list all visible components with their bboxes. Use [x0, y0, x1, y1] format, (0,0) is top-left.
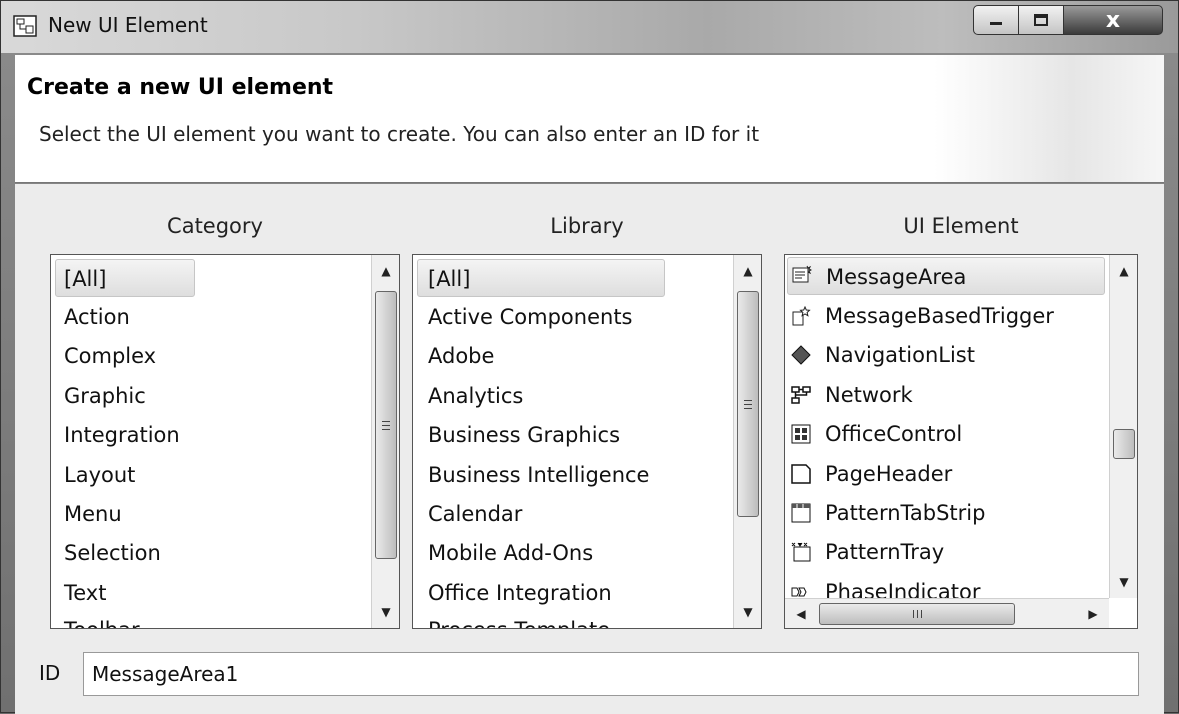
library-item[interactable]: [All]: [417, 259, 665, 297]
scroll-up-icon[interactable]: ▲: [372, 257, 399, 285]
library-item[interactable]: Adobe: [413, 337, 494, 375]
category-label: Category: [167, 214, 263, 238]
category-item[interactable]: Action: [51, 298, 130, 336]
category-item[interactable]: Toolbar: [51, 611, 140, 628]
ui-element-item-label: OfficeControl: [825, 422, 963, 446]
category-list[interactable]: [All] Action Complex Graphic Integration…: [50, 254, 400, 629]
scroll-left-icon[interactable]: ◀: [787, 600, 815, 628]
category-scrollbar[interactable]: ▲ ▼: [371, 255, 399, 628]
trigger-icon: [792, 306, 811, 326]
office-control-icon: [791, 424, 811, 444]
grip-icon: [912, 610, 922, 618]
grip-icon: [744, 399, 752, 409]
library-label: Library: [550, 214, 624, 238]
scroll-thumb[interactable]: [375, 291, 397, 559]
category-item[interactable]: Graphic: [51, 377, 146, 415]
library-item[interactable]: Mobile Add-Ons: [413, 534, 593, 572]
scroll-right-icon[interactable]: ▶: [1079, 600, 1107, 628]
ui-element-app-icon: [13, 15, 37, 37]
library-item[interactable]: Analytics: [413, 377, 523, 415]
network-icon: [791, 386, 811, 404]
ui-element-item-label: MessageBasedTrigger: [825, 304, 1054, 328]
minimize-button[interactable]: [973, 5, 1019, 35]
library-item[interactable]: Active Components: [413, 298, 633, 336]
ui-element-item[interactable]: PageHeader: [785, 455, 1105, 493]
library-item[interactable]: Business Graphics: [413, 416, 620, 454]
scroll-up-icon[interactable]: ▲: [1110, 257, 1137, 285]
diamond-icon: [791, 345, 811, 365]
ui-element-item[interactable]: Network: [785, 376, 1105, 414]
scroll-up-icon[interactable]: ▲: [734, 257, 761, 285]
id-input[interactable]: [83, 652, 1139, 696]
header-description: Select the UI element you want to create…: [39, 122, 760, 146]
ui-element-item[interactable]: OfficeControl: [785, 415, 1105, 453]
scroll-thumb[interactable]: [1113, 429, 1135, 459]
hscroll-thumb[interactable]: [819, 603, 1015, 625]
ui-element-item-label: PageHeader: [825, 462, 953, 486]
maximize-button[interactable]: [1018, 5, 1064, 35]
category-item[interactable]: Text: [51, 574, 106, 612]
window-title: New UI Element: [48, 13, 208, 37]
library-item[interactable]: Process Template: [413, 611, 610, 628]
category-item[interactable]: [All]: [55, 259, 195, 297]
header-title: Create a new UI element: [27, 75, 334, 100]
title-bar[interactable]: New UI Element x: [1, 1, 1178, 53]
library-item[interactable]: Calendar: [413, 495, 522, 533]
ui-element-item[interactable]: PatternTray: [785, 533, 1105, 571]
dialog-header: Create a new UI element Select the UI el…: [15, 55, 1164, 183]
ui-element-item[interactable]: MessageBasedTrigger: [785, 297, 1105, 335]
ui-element-item-label: MessageArea: [826, 265, 967, 289]
library-scrollbar[interactable]: ▲ ▼: [733, 255, 761, 628]
ui-element-item-label: NavigationList: [825, 343, 975, 367]
page-icon: [791, 464, 811, 484]
category-item[interactable]: Menu: [51, 495, 122, 533]
ui-element-item-label: Network: [825, 383, 913, 407]
scroll-down-icon[interactable]: ▼: [1110, 568, 1137, 596]
dialog-body: Category [All] Action Complex Graphic In…: [15, 184, 1164, 714]
close-button[interactable]: x: [1063, 5, 1163, 35]
ui-element-vscrollbar[interactable]: ▲ ▼: [1109, 255, 1137, 598]
library-item[interactable]: Office Integration: [413, 574, 612, 612]
category-item[interactable]: Layout: [51, 456, 135, 494]
category-item[interactable]: Integration: [51, 416, 180, 454]
tray-icon: [791, 542, 811, 562]
ui-element-hscrollbar[interactable]: ◀ ▶: [785, 598, 1109, 628]
scroll-down-icon[interactable]: ▼: [734, 598, 761, 626]
scroll-down-icon[interactable]: ▼: [372, 598, 399, 626]
ui-element-item[interactable]: MessageArea: [787, 257, 1105, 295]
ui-element-list[interactable]: MessageArea MessageBasedTrigger Navigati…: [784, 254, 1138, 629]
maximize-icon: [1034, 14, 1048, 26]
category-item[interactable]: Selection: [51, 534, 161, 572]
ui-element-item-label: PatternTabStrip: [825, 501, 986, 525]
minimize-icon: [990, 22, 1002, 25]
ui-element-item-label: PatternTray: [825, 540, 945, 564]
tabstrip-icon: [791, 503, 811, 523]
close-icon: x: [1105, 7, 1121, 33]
library-item[interactable]: Business Intelligence: [413, 456, 649, 494]
new-ui-element-dialog: New UI Element x Create a new UI element…: [0, 0, 1179, 714]
ui-element-label: UI Element: [903, 214, 1019, 238]
ui-element-item[interactable]: PatternTabStrip: [785, 494, 1105, 532]
category-item[interactable]: Complex: [51, 337, 156, 375]
message-area-icon: [792, 265, 812, 283]
library-list[interactable]: [All] Active Components Adobe Analytics …: [412, 254, 762, 629]
id-label: ID: [39, 661, 61, 685]
ui-element-item[interactable]: NavigationList: [785, 336, 1105, 374]
grip-icon: [382, 420, 390, 430]
scroll-thumb[interactable]: [737, 291, 759, 517]
